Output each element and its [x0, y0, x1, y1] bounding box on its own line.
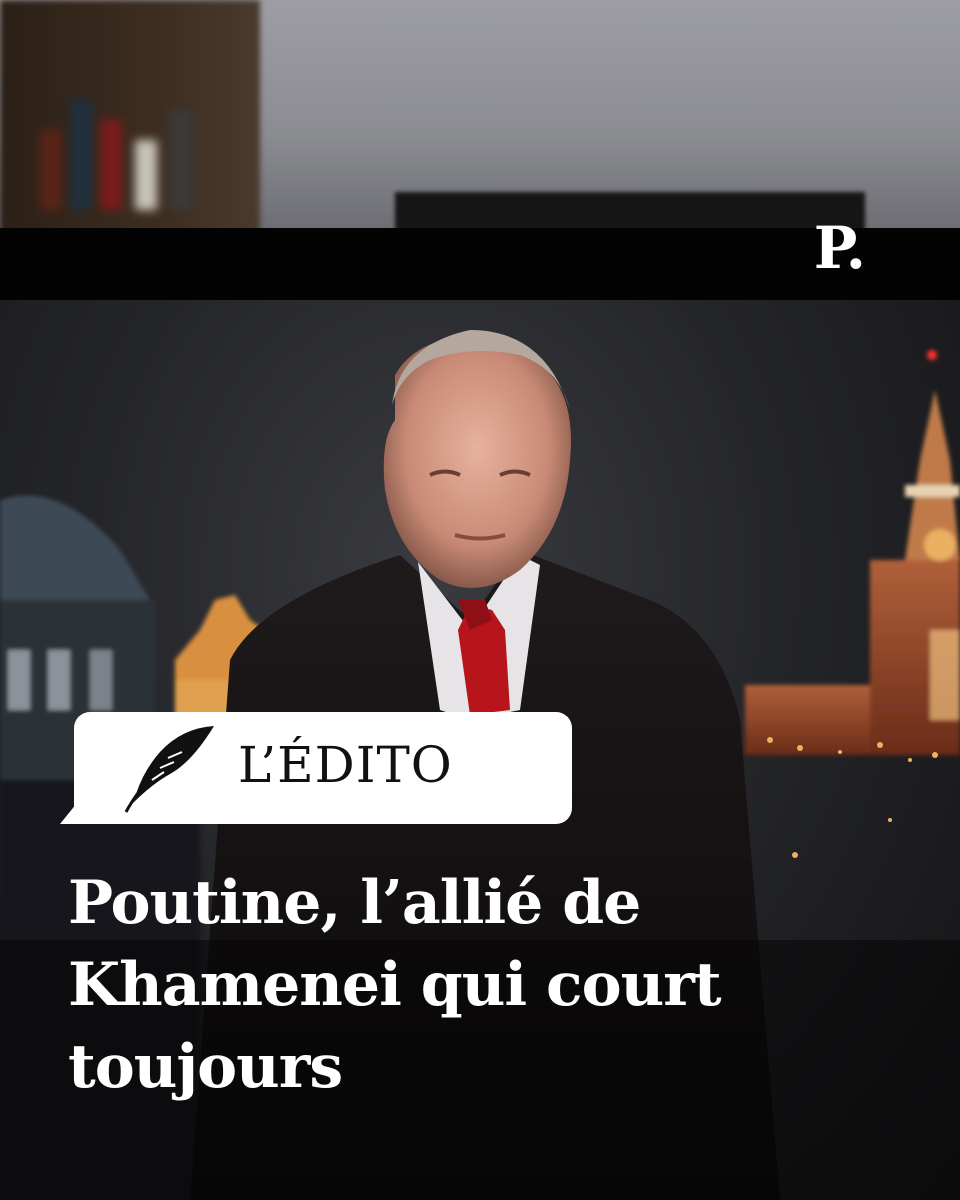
edito-label: L’ÉDITO — [238, 736, 453, 794]
social-post-card: P. L’ÉDITO Poutine, l’allié de Khamenei … — [0, 0, 960, 1200]
brand-logo: P. — [813, 214, 866, 282]
bookshelf — [0, 0, 260, 240]
monitor-edge — [395, 192, 865, 232]
spasskaya-tower — [745, 350, 960, 755]
headline-line-1: Poutine, l’allié de — [68, 868, 641, 938]
quill-feather-icon — [124, 726, 214, 813]
headline-line-2: Khamenei qui court — [68, 950, 722, 1020]
headline-line-3: toujours — [68, 1032, 343, 1102]
edito-badge: L’ÉDITO — [60, 712, 572, 824]
headline: Poutine, l’allié de Khamenei qui court t… — [68, 862, 888, 1108]
city-lights — [767, 737, 938, 858]
